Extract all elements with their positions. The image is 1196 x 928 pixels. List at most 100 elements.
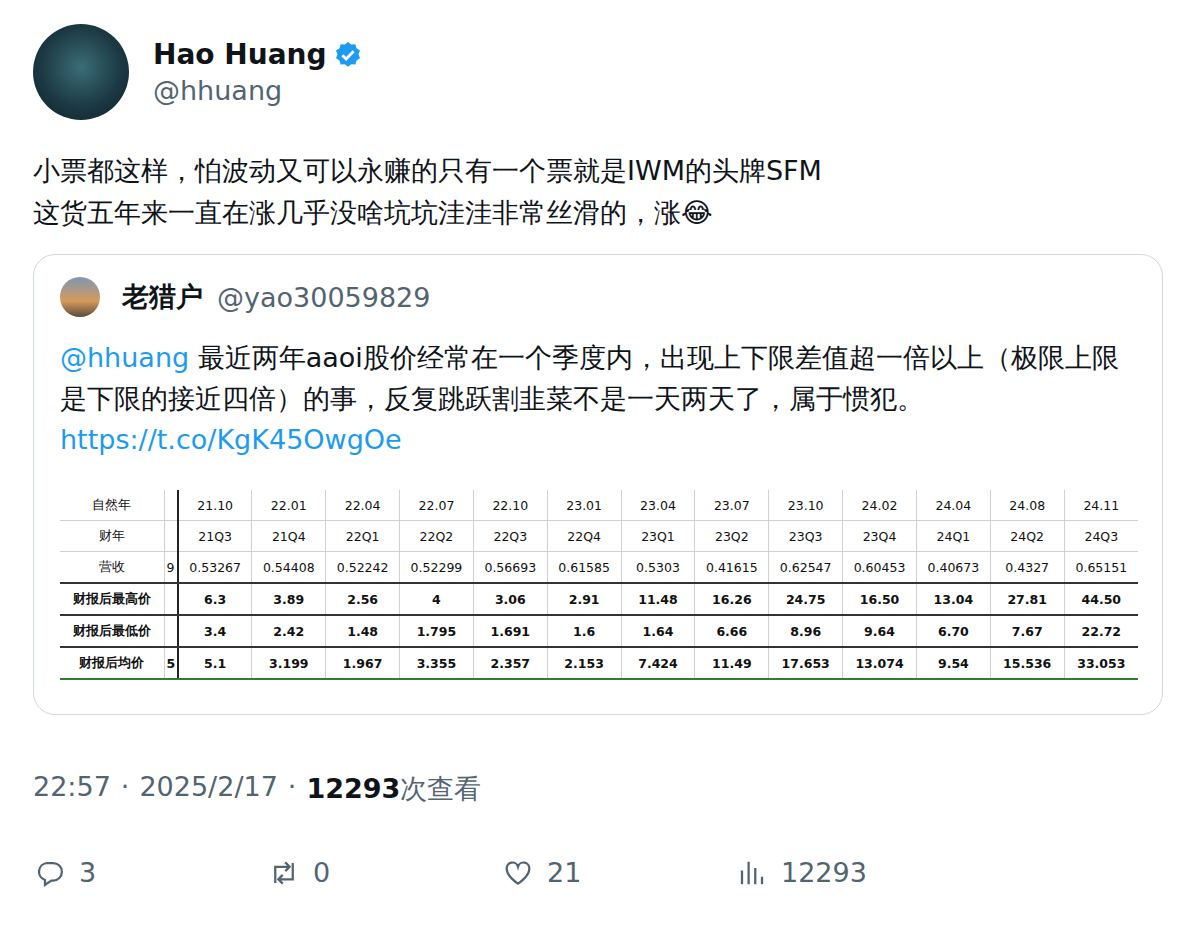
table-cell: 1.64	[621, 615, 695, 647]
view-count: 12293	[306, 773, 400, 804]
table-cell: 24.04	[916, 490, 990, 521]
retweet-button[interactable]: 0	[269, 857, 503, 888]
table-cell: 22Q2	[400, 521, 474, 552]
table-cell: 0.61585	[547, 552, 621, 584]
cut-cell	[164, 615, 178, 647]
row-label: 自然年	[60, 490, 164, 521]
table-cell: 24.08	[990, 490, 1064, 521]
table-cell: 13.074	[843, 647, 917, 679]
table-cell: 0.41615	[695, 552, 769, 584]
table-cell: 0.52242	[326, 552, 400, 584]
table-cell: 3.355	[400, 647, 474, 679]
table-cell: 3.89	[252, 583, 326, 615]
table-cell: 3.199	[252, 647, 326, 679]
table-cell: 8.96	[769, 615, 843, 647]
mention-link[interactable]: @hhuang	[60, 342, 189, 373]
table-cell: 11.48	[621, 583, 695, 615]
table-cell: 24Q3	[1064, 521, 1138, 552]
bar-chart-icon	[737, 858, 767, 888]
table-cell: 1.795	[400, 615, 474, 647]
table-row: 营收90.532670.544080.522420.522990.566930.…	[60, 552, 1138, 584]
data-table: 自然年21.1022.0122.0422.0722.1023.0123.0423…	[60, 490, 1138, 680]
post-time[interactable]: 22:57	[33, 771, 111, 807]
table-cell: 1.48	[326, 615, 400, 647]
row-label: 营收	[60, 552, 164, 584]
table-cell: 0.65151	[1064, 552, 1138, 584]
table-cell: 16.50	[843, 583, 917, 615]
cut-cell: 9	[164, 552, 178, 584]
table-image[interactable]: 自然年21.1022.0122.0422.0722.1023.0123.0423…	[60, 490, 1138, 680]
reply-button[interactable]: 3	[35, 857, 269, 888]
quote-avatar[interactable]	[60, 277, 100, 317]
row-label: 财报后最高价	[60, 583, 164, 615]
verified-icon	[333, 40, 363, 70]
table-row: 财报后均价55.13.1991.9673.3552.3572.1537.4241…	[60, 647, 1138, 679]
table-cell: 0.4327	[990, 552, 1064, 584]
table-cell: 24.75	[769, 583, 843, 615]
author-avatar[interactable]	[33, 24, 129, 120]
like-button[interactable]: 21	[503, 857, 737, 888]
cut-cell	[164, 583, 178, 615]
table-cell: 17.653	[769, 647, 843, 679]
table-cell: 23Q1	[621, 521, 695, 552]
quote-text: @hhuang 最近两年aaoi股价经常在一个季度内，出现上下限差值超一倍以上（…	[60, 337, 1138, 460]
table-cell: 22Q1	[326, 521, 400, 552]
quote-link[interactable]: https://t.co/KgK45OwgOe	[60, 424, 402, 455]
quote-card[interactable]: 老猎户 @yao30059829 @hhuang 最近两年aaoi股价经常在一个…	[33, 254, 1163, 715]
cut-cell	[164, 521, 178, 552]
author-name[interactable]: Hao Huang	[153, 38, 327, 71]
table-cell: 15.536	[990, 647, 1064, 679]
table-cell: 22.72	[1064, 615, 1138, 647]
table-row: 财报后最低价3.42.421.481.7951.6911.61.646.668.…	[60, 615, 1138, 647]
table-cell: 22.10	[473, 490, 547, 521]
tweet-page: Hao Huang @hhuang 小票都这样，怕波动又可以永赚的只有一个票就是…	[0, 0, 1196, 928]
tweet-text: 小票都这样，怕波动又可以永赚的只有一个票就是IWM的头牌SFM这货五年来一直在涨…	[33, 150, 1163, 234]
table-cell: 24Q1	[916, 521, 990, 552]
table-cell: 23.10	[769, 490, 843, 521]
cut-cell	[164, 490, 178, 521]
table-cell: 21.10	[178, 490, 252, 521]
table-cell: 6.66	[695, 615, 769, 647]
table-cell: 5.1	[178, 647, 252, 679]
table-cell: 0.53267	[178, 552, 252, 584]
heart-icon	[503, 858, 533, 888]
quote-author-name[interactable]: 老猎户	[122, 279, 203, 315]
author-handle[interactable]: @hhuang	[153, 75, 363, 106]
table-cell: 6.70	[916, 615, 990, 647]
table-cell: 24.02	[843, 490, 917, 521]
table-cell: 22.04	[326, 490, 400, 521]
table-cell: 6.3	[178, 583, 252, 615]
table-cell: 0.40673	[916, 552, 990, 584]
table-cell: 21Q4	[252, 521, 326, 552]
table-cell: 22Q3	[473, 521, 547, 552]
quote-author-handle[interactable]: @yao30059829	[217, 282, 430, 313]
table-cell: 3.06	[473, 583, 547, 615]
table-cell: 13.04	[916, 583, 990, 615]
table-cell: 23.01	[547, 490, 621, 521]
table-row: 财年21Q321Q422Q122Q222Q322Q423Q123Q223Q323…	[60, 521, 1138, 552]
tweet-meta: 22:57 · 2025/2/17 · 12293次查看	[33, 771, 1163, 807]
table-cell: 21Q3	[178, 521, 252, 552]
table-cell: 2.56	[326, 583, 400, 615]
table-row: 财报后最高价6.33.892.5643.062.9111.4816.2624.7…	[60, 583, 1138, 615]
views-button[interactable]: 12293	[737, 857, 867, 888]
table-cell: 0.62547	[769, 552, 843, 584]
table-cell: 2.42	[252, 615, 326, 647]
table-cell: 0.52299	[400, 552, 474, 584]
table-cell: 0.54408	[252, 552, 326, 584]
table-cell: 44.50	[1064, 583, 1138, 615]
table-cell: 9.54	[916, 647, 990, 679]
table-cell: 24Q2	[990, 521, 1064, 552]
table-cell: 9.64	[843, 615, 917, 647]
table-row: 自然年21.1022.0122.0422.0722.1023.0123.0423…	[60, 490, 1138, 521]
table-cell: 2.357	[473, 647, 547, 679]
table-cell: 0.5303	[621, 552, 695, 584]
table-cell: 4	[400, 583, 474, 615]
table-cell: 0.60453	[843, 552, 917, 584]
post-date[interactable]: 2025/2/17	[139, 771, 277, 807]
table-cell: 16.26	[695, 583, 769, 615]
table-cell: 23.04	[621, 490, 695, 521]
table-cell: 2.153	[547, 647, 621, 679]
table-cell: 27.81	[990, 583, 1064, 615]
table-cell: 23Q3	[769, 521, 843, 552]
